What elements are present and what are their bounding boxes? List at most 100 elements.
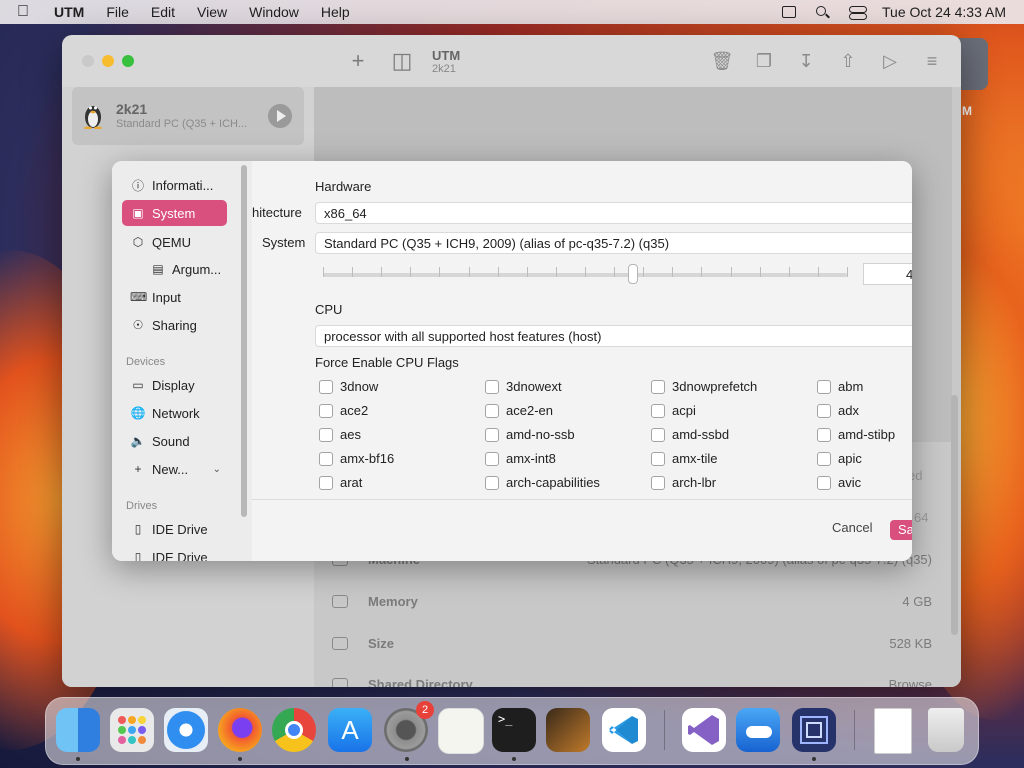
system-select[interactable]: Standard PC (Q35 + ICH9, 2009) (alias of… (315, 232, 912, 254)
settings-sliders-icon[interactable]: ≡ (917, 51, 947, 72)
finder-icon[interactable] (56, 708, 100, 752)
cpu-flag-checkbox[interactable]: amd-ssbd (651, 427, 729, 442)
apple-menu-icon[interactable]:  (0, 3, 46, 21)
safari-icon[interactable] (164, 708, 208, 752)
run-icon[interactable]: ▷ (875, 51, 905, 72)
sidebar-item-information[interactable]: ⓘ Informati... (122, 172, 227, 198)
checkbox-unchecked-icon[interactable] (651, 427, 665, 442)
sidebar-scrollbar[interactable] (241, 165, 247, 517)
cpu-flag-checkbox[interactable]: amx-bf16 (319, 451, 394, 466)
checkbox-unchecked-icon[interactable] (651, 451, 665, 466)
cpu-flag-checkbox[interactable]: ace2 (319, 403, 368, 418)
architecture-select[interactable]: x86_64 (315, 202, 912, 224)
checkbox-unchecked-icon[interactable] (319, 475, 333, 490)
menu-edit[interactable]: Edit (140, 4, 186, 20)
checkbox-unchecked-icon[interactable] (319, 403, 333, 418)
cpu-flag-checkbox[interactable]: abm (817, 379, 863, 394)
sidebar-item-sound[interactable]: 🔈 Sound (122, 428, 227, 454)
checkbox-unchecked-icon[interactable] (817, 403, 831, 418)
cpu-flag-checkbox[interactable]: acpi (651, 403, 696, 418)
sidebar-item-network[interactable]: 🌐 Network (122, 400, 227, 426)
menu-window[interactable]: Window (238, 4, 310, 20)
clone-icon[interactable]: ❐ (749, 51, 779, 72)
details-scrollbar[interactable] (951, 395, 958, 635)
cpu-flag-checkbox[interactable]: amd-stibp (817, 427, 895, 442)
visual-studio-icon[interactable] (682, 708, 726, 752)
cpu-select[interactable]: processor with all supported host featur… (315, 325, 912, 347)
memory-slider-knob[interactable] (628, 264, 638, 284)
move-icon[interactable]: ↧ (791, 51, 821, 72)
share-icon[interactable]: ⇧ (833, 51, 863, 72)
close-window-button[interactable] (82, 55, 94, 67)
cancel-button[interactable]: Cancel (832, 520, 872, 535)
utm-icon[interactable] (792, 708, 836, 752)
cpu-flag-checkbox[interactable]: amx-int8 (485, 451, 556, 466)
terminal-icon[interactable]: >_ (492, 708, 536, 752)
stage-manager-icon[interactable] (780, 5, 798, 19)
sidebar-item-ide-drive[interactable]: ▯ IDE Drive (122, 544, 227, 562)
cpu-flag-checkbox[interactable]: amd-no-ssb (485, 427, 575, 442)
cpu-flag-checkbox[interactable]: 3dnowext (485, 379, 562, 394)
checkbox-unchecked-icon[interactable] (485, 379, 499, 394)
menubar-clock[interactable]: Tue Oct 24 4:33 AM (882, 4, 1006, 20)
document-stack-icon[interactable] (874, 708, 912, 754)
save-button[interactable]: Sa (890, 520, 912, 540)
memory-value-field[interactable]: 40 (863, 263, 912, 285)
cpu-flag-checkbox[interactable]: 3dnowprefetch (651, 379, 757, 394)
firefox-icon[interactable] (218, 708, 262, 752)
textedit-icon[interactable] (438, 708, 484, 754)
garageband-icon[interactable] (546, 708, 590, 752)
cpu-flag-checkbox[interactable]: arch-lbr (651, 475, 716, 490)
browse-link[interactable]: Browse (889, 677, 932, 687)
checkbox-unchecked-icon[interactable] (651, 403, 665, 418)
checkbox-unchecked-icon[interactable] (319, 451, 333, 466)
add-vm-icon[interactable]: + (336, 48, 380, 74)
cpu-flag-checkbox[interactable]: arch-capabilities (485, 475, 600, 490)
cpu-flag-checkbox[interactable]: ace2-en (485, 403, 553, 418)
checkbox-unchecked-icon[interactable] (485, 451, 499, 466)
control-center-icon[interactable] (848, 5, 867, 20)
menu-file[interactable]: File (95, 4, 140, 20)
cpu-flag-checkbox[interactable]: adx (817, 403, 859, 418)
weather-icon[interactable] (736, 708, 780, 752)
cpu-flag-checkbox[interactable]: arat (319, 475, 362, 490)
cpu-flag-checkbox[interactable]: amx-tile (651, 451, 718, 466)
sidebar-item-ide-drive[interactable]: ▯ IDE Drive (122, 516, 227, 542)
vm-play-button[interactable] (268, 104, 292, 128)
cpu-flag-checkbox[interactable]: avic (817, 475, 861, 490)
cpu-flag-checkbox[interactable]: apic (817, 451, 862, 466)
trash-icon[interactable] (928, 708, 964, 752)
menu-view[interactable]: View (186, 4, 238, 20)
sidebar-item-system[interactable]: ▣ System (122, 200, 227, 226)
sidebar-item-qemu[interactable]: ⬡ QEMU (122, 229, 227, 255)
checkbox-unchecked-icon[interactable] (817, 451, 831, 466)
checkbox-unchecked-icon[interactable] (485, 427, 499, 442)
cpu-flag-checkbox[interactable]: 3dnow (319, 379, 378, 394)
sidebar-item-new-device[interactable]: + New... ⌄ (122, 456, 227, 482)
checkbox-unchecked-icon[interactable] (651, 475, 665, 490)
checkbox-unchecked-icon[interactable] (485, 403, 499, 418)
toggle-sidebar-icon[interactable]: ◫ (380, 48, 424, 74)
checkbox-unchecked-icon[interactable] (485, 475, 499, 490)
sidebar-item-sharing[interactable]: ☉ Sharing (122, 312, 227, 338)
menu-help[interactable]: Help (310, 4, 361, 20)
chrome-icon[interactable] (272, 708, 316, 752)
app-store-icon[interactable]: A (328, 708, 372, 752)
vm-list-item[interactable]: 2k21 Standard PC (Q35 + ICH... (72, 87, 304, 145)
checkbox-unchecked-icon[interactable] (319, 427, 333, 442)
checkbox-unchecked-icon[interactable] (319, 379, 333, 394)
checkbox-unchecked-icon[interactable] (817, 427, 831, 442)
launchpad-icon[interactable] (110, 708, 154, 752)
checkbox-unchecked-icon[interactable] (651, 379, 665, 394)
menu-app-utm[interactable]: UTM (46, 4, 95, 20)
checkbox-unchecked-icon[interactable] (817, 379, 831, 394)
minimize-window-button[interactable] (102, 55, 114, 67)
sidebar-item-arguments[interactable]: ▤ Argum... (142, 256, 227, 282)
sidebar-item-display[interactable]: ▭ Display (122, 372, 227, 398)
zoom-window-button[interactable] (122, 55, 134, 67)
trash-icon[interactable]: 🗑 (707, 51, 737, 72)
spotlight-search-icon[interactable] (814, 5, 832, 19)
vscode-icon[interactable] (602, 708, 646, 752)
cpu-flag-checkbox[interactable]: aes (319, 427, 361, 442)
checkbox-unchecked-icon[interactable] (817, 475, 831, 490)
